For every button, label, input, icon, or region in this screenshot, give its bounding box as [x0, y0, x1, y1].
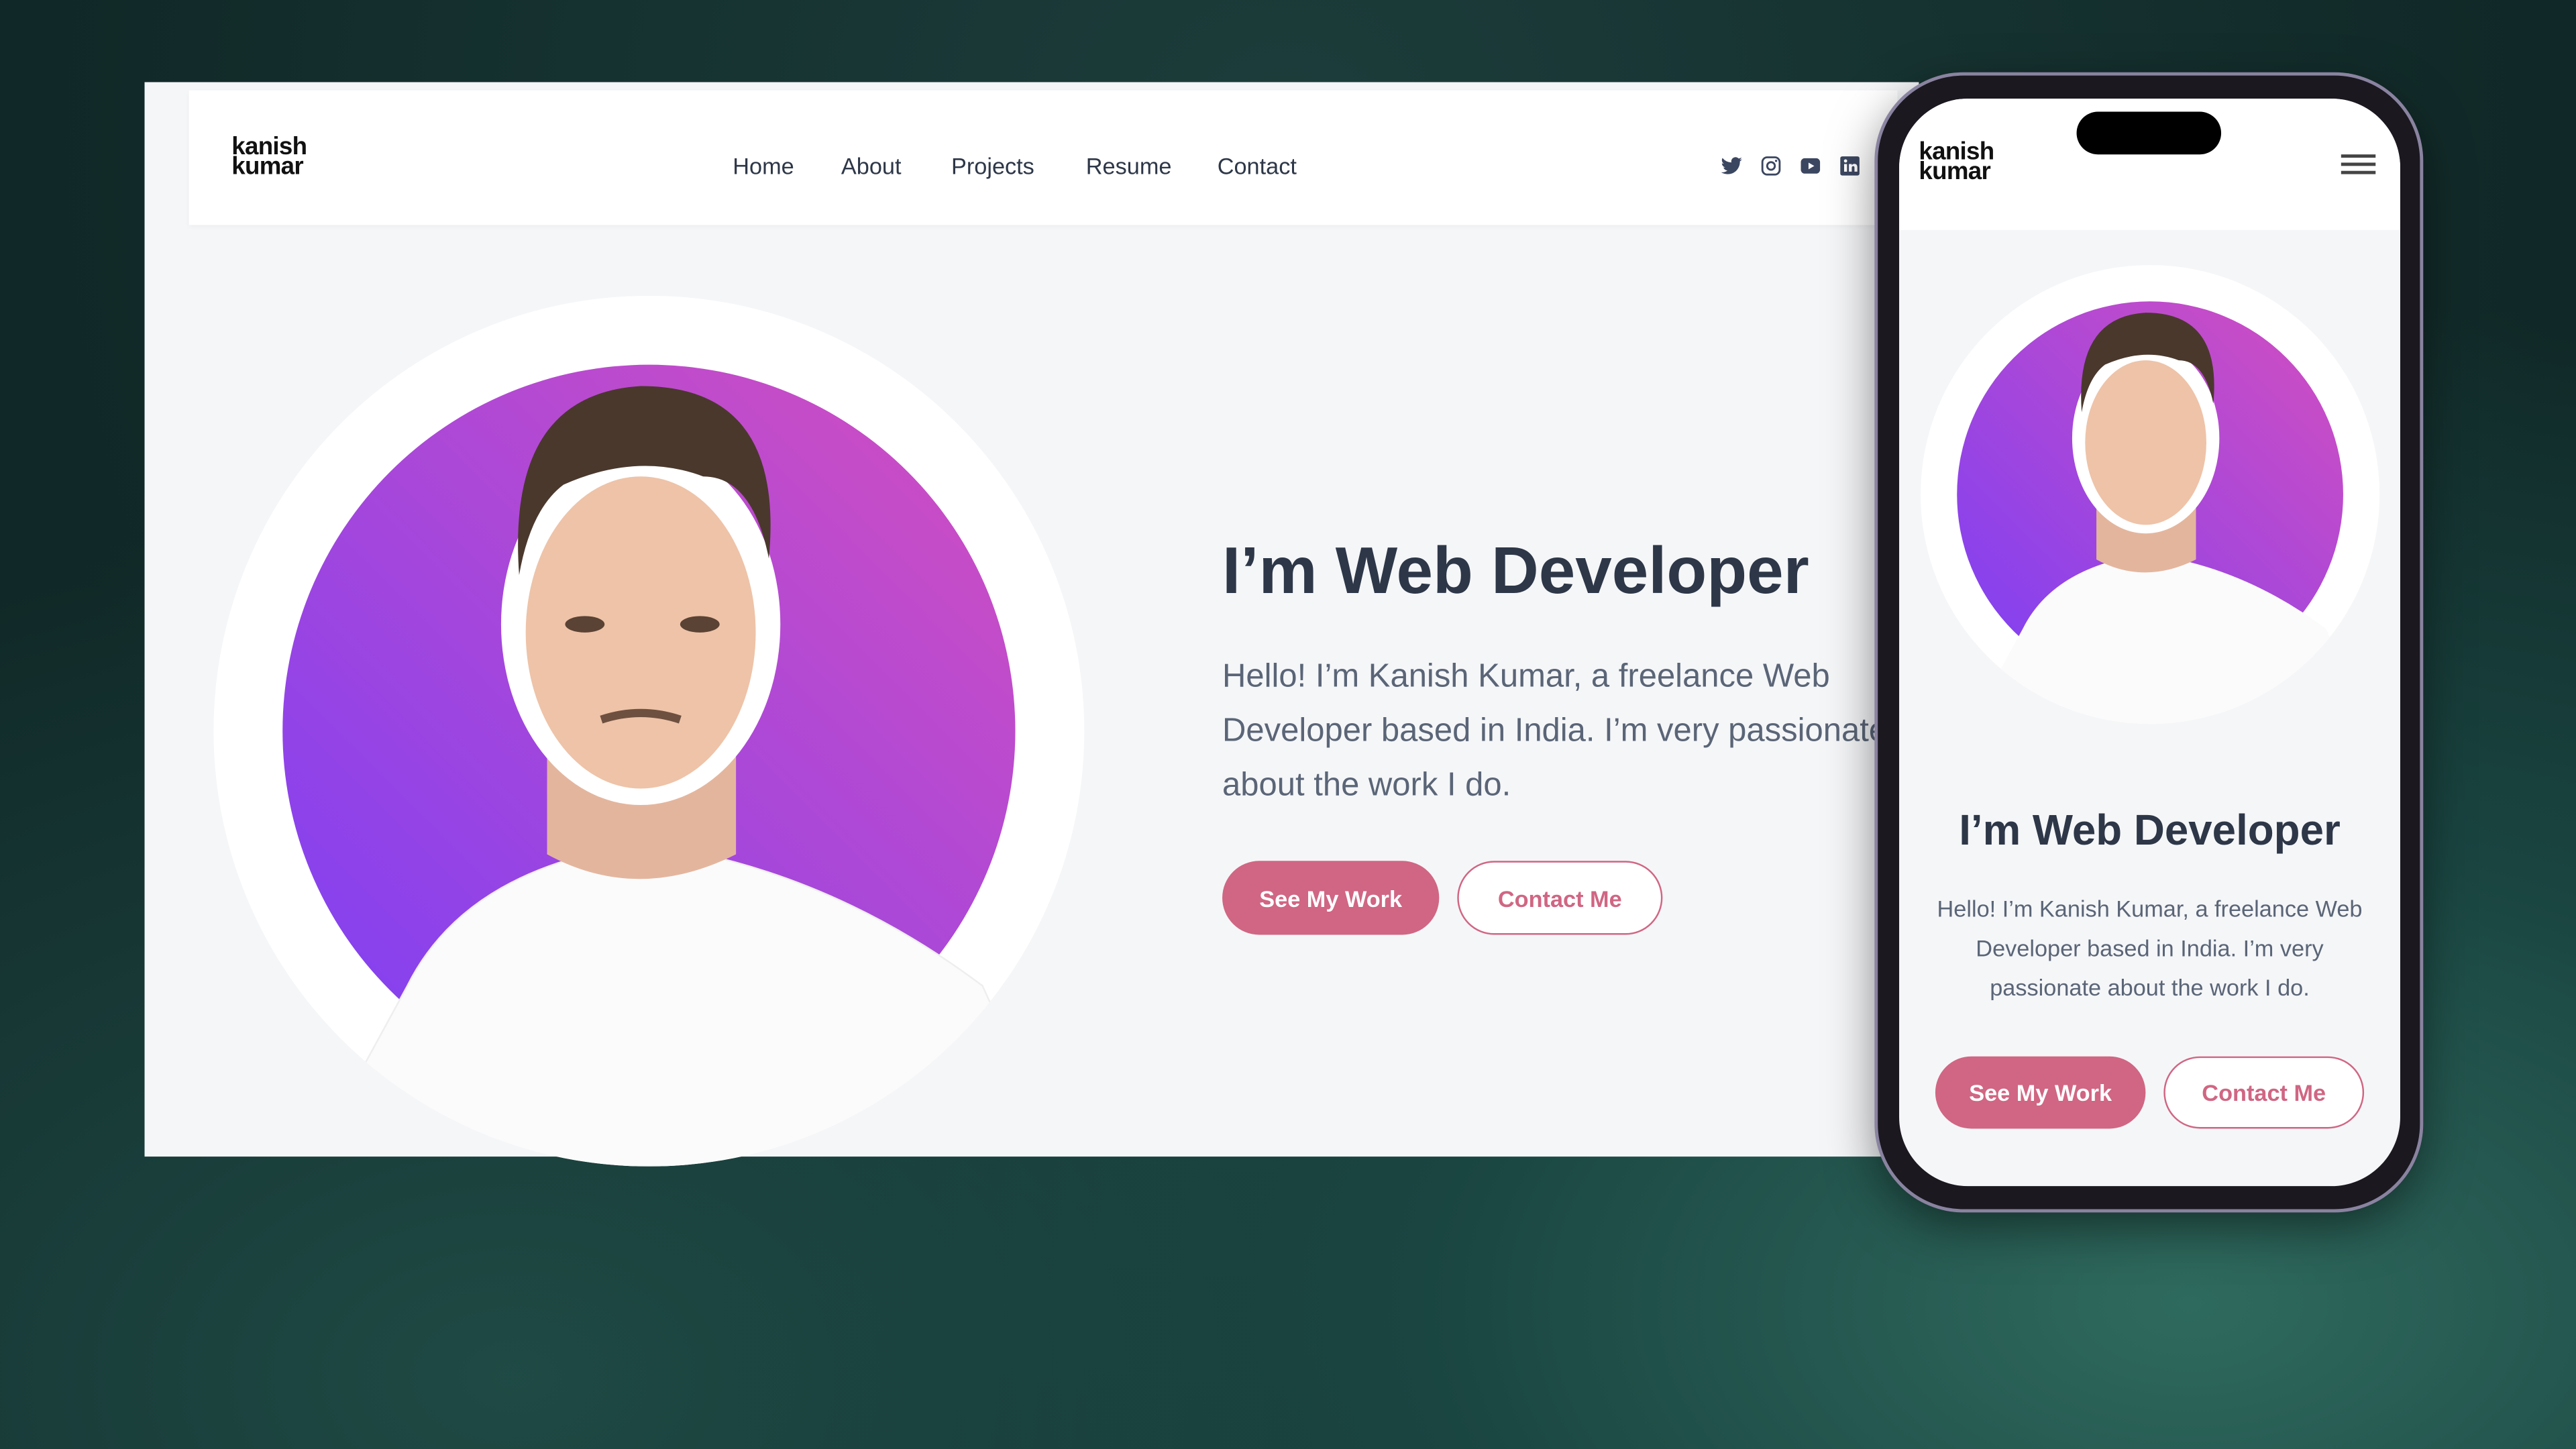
hero-line: passionate about the work I do. — [1990, 974, 2310, 1001]
logo[interactable]: kanish kumar — [231, 135, 307, 181]
linkedin-icon[interactable] — [1838, 154, 1861, 177]
nav-home[interactable]: Home — [733, 153, 794, 179]
desktop-preview: kanish kumar Home About Projects Resume … — [144, 82, 1919, 1167]
mobile-hero-title: I’m Web Developer — [1959, 805, 2341, 855]
youtube-icon[interactable] — [1799, 154, 1822, 177]
twitter-icon[interactable] — [1720, 154, 1743, 177]
nav-projects[interactable]: Projects — [951, 153, 1034, 179]
hero-line: Hello! I’m Kanish Kumar, a freelance Web — [1937, 895, 2363, 922]
mobile-preview: kanish kumar I’m Web Developer Hello! I’… — [1899, 98, 2400, 1187]
phone-frame: kanish kumar I’m Web Developer Hello! I’… — [1878, 75, 2420, 1210]
hero-description: Hello! I’m Kanish Kumar, a freelance Web… — [1222, 651, 1887, 813]
desktop-header: kanish kumar Home About Projects Resume … — [189, 90, 1898, 225]
nav-resume[interactable]: Resume — [1086, 153, 1172, 179]
see-my-work-button[interactable]: See My Work — [1222, 861, 1440, 935]
hero-line: Hello! I’m Kanish Kumar, a freelance Web — [1222, 659, 1830, 695]
stage: kanish kumar Home About Projects Resume … — [0, 0, 2576, 1449]
mobile-contact-me-button[interactable]: Contact Me — [2163, 1056, 2365, 1129]
hero-title: I’m Web Developer — [1222, 535, 1809, 608]
nav-about[interactable]: About — [841, 153, 902, 179]
hero-line: Developer based in India. I’m very passi… — [1222, 712, 1888, 749]
mobile-see-my-work-button[interactable]: See My Work — [1935, 1056, 2146, 1129]
hamburger-menu-icon[interactable] — [2341, 154, 2376, 174]
profile-photo — [213, 295, 1085, 1167]
hero-line: about the work I do. — [1222, 767, 1511, 804]
mobile-hero-description: Hello! I’m Kanish Kumar, a freelance Web… — [1899, 889, 2400, 1007]
mobile-profile-photo — [1921, 265, 2380, 724]
logo-line2: kumar — [231, 152, 303, 181]
hero-line: Developer based in India. I’m very — [1976, 934, 2324, 961]
dynamic-island — [2076, 111, 2222, 155]
nav-contact[interactable]: Contact — [1218, 153, 1297, 179]
mobile-logo[interactable]: kanish kumar — [1919, 140, 1994, 186]
contact-me-button[interactable]: Contact Me — [1457, 861, 1663, 935]
logo-line2: kumar — [1919, 158, 1991, 186]
instagram-icon[interactable] — [1760, 154, 1782, 177]
